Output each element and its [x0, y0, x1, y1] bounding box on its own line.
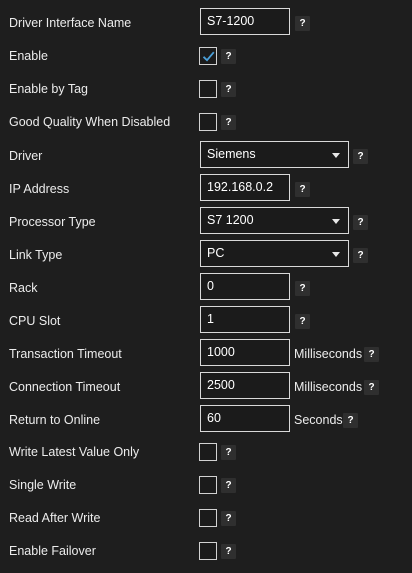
link-type-select-value: PC [207, 246, 225, 260]
help-icon[interactable]: ? [364, 347, 379, 362]
row-transaction-timeout: Transaction Timeout 1000 Milliseconds ? [0, 338, 412, 371]
driver-select-value: Siemens [207, 147, 256, 161]
write-latest-value-only-checkbox[interactable] [199, 443, 217, 461]
connection-timeout-input[interactable]: 2500 [200, 372, 290, 399]
driver-interface-name-label: Driver Interface Name [9, 16, 132, 30]
chevron-down-icon [332, 153, 340, 158]
row-return-to-online: Return to Online 60 Seconds ? [0, 404, 412, 437]
single-write-label: Single Write [9, 478, 77, 492]
transaction-timeout-unit: Milliseconds [294, 347, 363, 361]
rack-label: Rack [9, 281, 38, 295]
row-cpu-slot: CPU Slot 1 ? [0, 305, 412, 338]
transaction-timeout-label: Transaction Timeout [9, 347, 122, 361]
check-mark-icon [202, 51, 215, 62]
ip-address-input[interactable]: 192.168.0.2 [200, 174, 290, 201]
return-to-online-label: Return to Online [9, 413, 101, 427]
link-type-select[interactable]: PC [200, 240, 349, 267]
row-enable-by-tag: Enable by Tag ? [0, 73, 412, 106]
help-icon[interactable]: ? [295, 281, 310, 296]
return-to-online-unit: Seconds [294, 413, 343, 427]
help-icon[interactable]: ? [343, 413, 358, 428]
help-icon[interactable]: ? [364, 380, 379, 395]
ip-address-label: IP Address [9, 182, 70, 196]
help-icon[interactable]: ? [295, 314, 310, 329]
help-icon[interactable]: ? [221, 511, 236, 526]
help-icon[interactable]: ? [295, 182, 310, 197]
driver-interface-name-input[interactable]: S7-1200 [200, 8, 290, 35]
read-after-write-label: Read After Write [9, 511, 101, 525]
enable-failover-label: Enable Failover [9, 544, 96, 558]
enable-failover-checkbox[interactable] [199, 542, 217, 560]
help-icon[interactable]: ? [353, 248, 368, 263]
chevron-down-icon [332, 219, 340, 224]
chevron-down-icon [332, 252, 340, 257]
write-latest-value-only-label: Write Latest Value Only [9, 445, 140, 459]
help-icon[interactable]: ? [221, 478, 236, 493]
driver-label: Driver [9, 149, 43, 163]
driver-select[interactable]: Siemens [200, 141, 349, 168]
good-quality-when-disabled-label: Good Quality When Disabled [9, 115, 171, 129]
row-connection-timeout: Connection Timeout 2500 Milliseconds ? [0, 371, 412, 404]
row-driver-interface-name: Driver Interface Name S7-1200 ? [0, 7, 412, 40]
processor-type-select-value: S7 1200 [207, 213, 254, 227]
connection-timeout-unit: Milliseconds [294, 380, 363, 394]
row-read-after-write: Read After Write ? [0, 502, 412, 535]
good-quality-when-disabled-checkbox[interactable] [199, 113, 217, 131]
help-icon[interactable]: ? [221, 115, 236, 130]
cpu-slot-label: CPU Slot [9, 314, 61, 328]
row-single-write: Single Write ? [0, 469, 412, 502]
row-enable: Enable ? [0, 40, 412, 73]
connection-timeout-label: Connection Timeout [9, 380, 121, 394]
help-icon[interactable]: ? [221, 49, 236, 64]
help-icon[interactable]: ? [353, 215, 368, 230]
row-processor-type: Processor Type S7 1200 ? [0, 206, 412, 239]
processor-type-label: Processor Type [9, 215, 96, 229]
link-type-label: Link Type [9, 248, 63, 262]
row-driver: Driver Siemens ? [0, 140, 412, 173]
return-to-online-input[interactable]: 60 [200, 405, 290, 432]
help-icon[interactable]: ? [295, 16, 310, 31]
cpu-slot-input[interactable]: 1 [200, 306, 290, 333]
help-icon[interactable]: ? [221, 445, 236, 460]
transaction-timeout-input[interactable]: 1000 [200, 339, 290, 366]
row-ip-address: IP Address 192.168.0.2 ? [0, 173, 412, 206]
enable-label: Enable [9, 49, 48, 63]
single-write-checkbox[interactable] [199, 476, 217, 494]
help-icon[interactable]: ? [221, 544, 236, 559]
enable-checkbox[interactable] [199, 47, 217, 65]
driver-settings-panel: Driver Interface Name S7-1200 ? Enable ?… [0, 0, 412, 573]
rack-input[interactable]: 0 [200, 273, 290, 300]
row-link-type: Link Type PC ? [0, 239, 412, 272]
processor-type-select[interactable]: S7 1200 [200, 207, 349, 234]
enable-by-tag-checkbox[interactable] [199, 80, 217, 98]
help-icon[interactable]: ? [221, 82, 236, 97]
row-enable-failover: Enable Failover ? [0, 535, 412, 568]
row-good-quality-when-disabled: Good Quality When Disabled ? [0, 106, 412, 139]
help-icon[interactable]: ? [353, 149, 368, 164]
enable-by-tag-label: Enable by Tag [9, 82, 88, 96]
row-rack: Rack 0 ? [0, 272, 412, 305]
row-write-latest-value-only: Write Latest Value Only ? [0, 436, 412, 469]
read-after-write-checkbox[interactable] [199, 509, 217, 527]
